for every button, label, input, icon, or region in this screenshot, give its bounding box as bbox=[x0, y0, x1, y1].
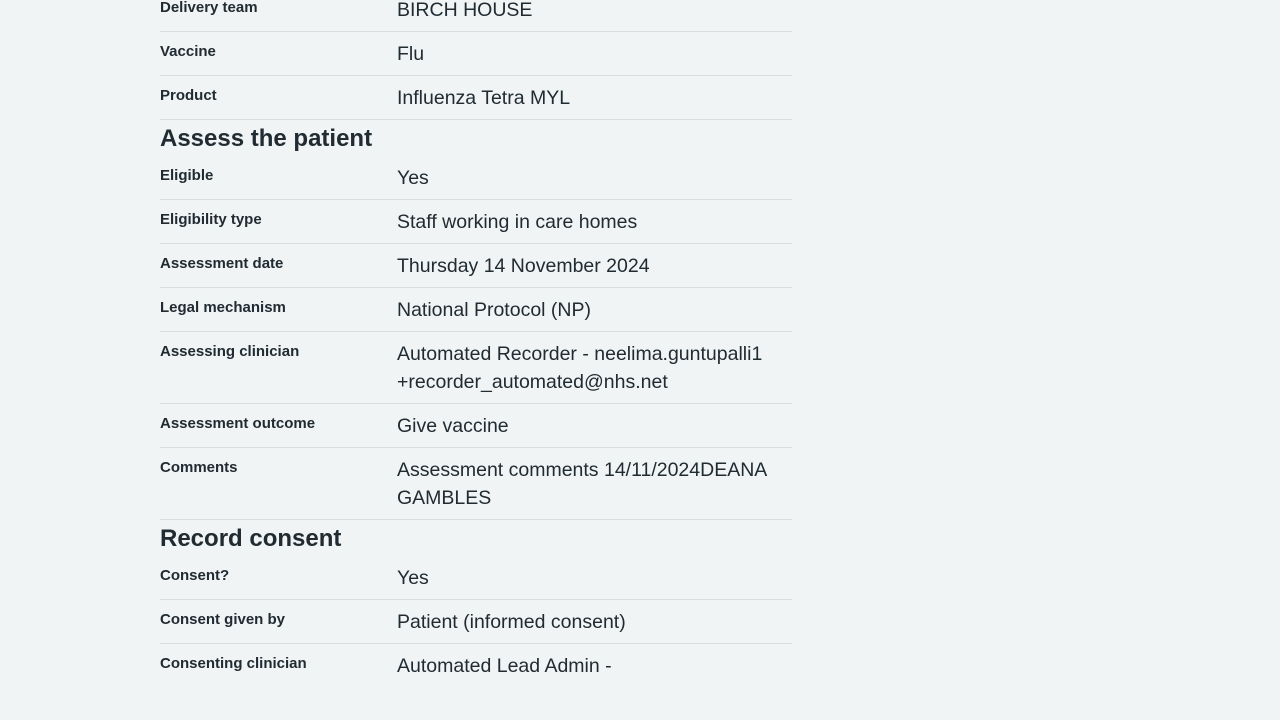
summary-row-eligible: Eligible Yes bbox=[160, 156, 792, 200]
summary-value: Thursday 14 November 2024 bbox=[397, 255, 650, 277]
summary-value: National Protocol (NP) bbox=[397, 299, 591, 321]
assess-heading: Assess the patient bbox=[160, 125, 373, 152]
summary-row-delivery-team: Delivery team BIRCH HOUSE bbox=[160, 0, 792, 32]
summary-row-product: Product Influenza Tetra MYL bbox=[160, 76, 792, 120]
summary-row-legal-mechanism: Legal mechanism National Protocol (NP) bbox=[160, 288, 792, 332]
summary-key: Consent given by bbox=[160, 611, 286, 628]
vaccine-details-section: Delivery team BIRCH HOUSE Vaccine Flu Pr… bbox=[160, 0, 792, 120]
summary-key: Consenting clinician bbox=[160, 655, 307, 672]
summary-key: Eligibility type bbox=[160, 211, 262, 228]
summary-key: Product bbox=[160, 87, 217, 104]
summary-key: Legal mechanism bbox=[160, 299, 286, 316]
summary-row-consenting-clinician: Consenting clinician Automated Lead Admi… bbox=[160, 644, 792, 687]
summary-key: Comments bbox=[160, 459, 238, 476]
consent-heading: Record consent bbox=[160, 525, 342, 552]
summary-key: Delivery team bbox=[160, 0, 258, 16]
summary-row-eligibility-type: Eligibility type Staff working in care h… bbox=[160, 200, 792, 244]
summary-value: Staff working in care homes bbox=[397, 211, 638, 233]
summary-row-vaccine: Vaccine Flu bbox=[160, 32, 792, 76]
summary-key: Assessing clinician bbox=[160, 343, 300, 360]
summary-key: Assessment outcome bbox=[160, 415, 316, 432]
summary-row-assessing-clinician: Assessing clinician Automated Recorder -… bbox=[160, 332, 792, 404]
summary-row-comments: Comments Assessment comments 14/11/2024D… bbox=[160, 448, 792, 520]
summary-value: Flu bbox=[397, 43, 425, 65]
summary-value: Yes bbox=[397, 167, 429, 189]
summary-row-consent: Consent? Yes bbox=[160, 556, 792, 600]
summary-value: Automated Recorder - neelima.guntupalli1… bbox=[397, 343, 763, 393]
summary-value: Influenza Tetra MYL bbox=[397, 87, 571, 109]
summary-list-container: Delivery team BIRCH HOUSE Vaccine Flu Pr… bbox=[160, 0, 792, 687]
summary-key: Vaccine bbox=[160, 43, 216, 60]
summary-key: Consent? bbox=[160, 567, 230, 584]
assess-section: Assess the patient Eligible Yes Eligibil… bbox=[160, 122, 792, 520]
summary-value: BIRCH HOUSE bbox=[397, 0, 533, 21]
summary-key: Assessment date bbox=[160, 255, 284, 272]
summary-row-assessment-outcome: Assessment outcome Give vaccine bbox=[160, 404, 792, 448]
summary-value: Patient (informed consent) bbox=[397, 611, 626, 633]
summary-row-assessment-date: Assessment date Thursday 14 November 202… bbox=[160, 244, 792, 288]
summary-value: Give vaccine bbox=[397, 415, 509, 437]
summary-value: Yes bbox=[397, 567, 429, 589]
summary-key: Eligible bbox=[160, 167, 214, 184]
consent-section: Record consent Consent? Yes Consent give… bbox=[160, 522, 792, 687]
summary-value: Assessment comments 14/11/2024DEANA GAMB… bbox=[397, 459, 767, 509]
summary-row-consent-given-by: Consent given by Patient (informed conse… bbox=[160, 600, 792, 644]
summary-value: Automated Lead Admin - bbox=[397, 655, 612, 677]
